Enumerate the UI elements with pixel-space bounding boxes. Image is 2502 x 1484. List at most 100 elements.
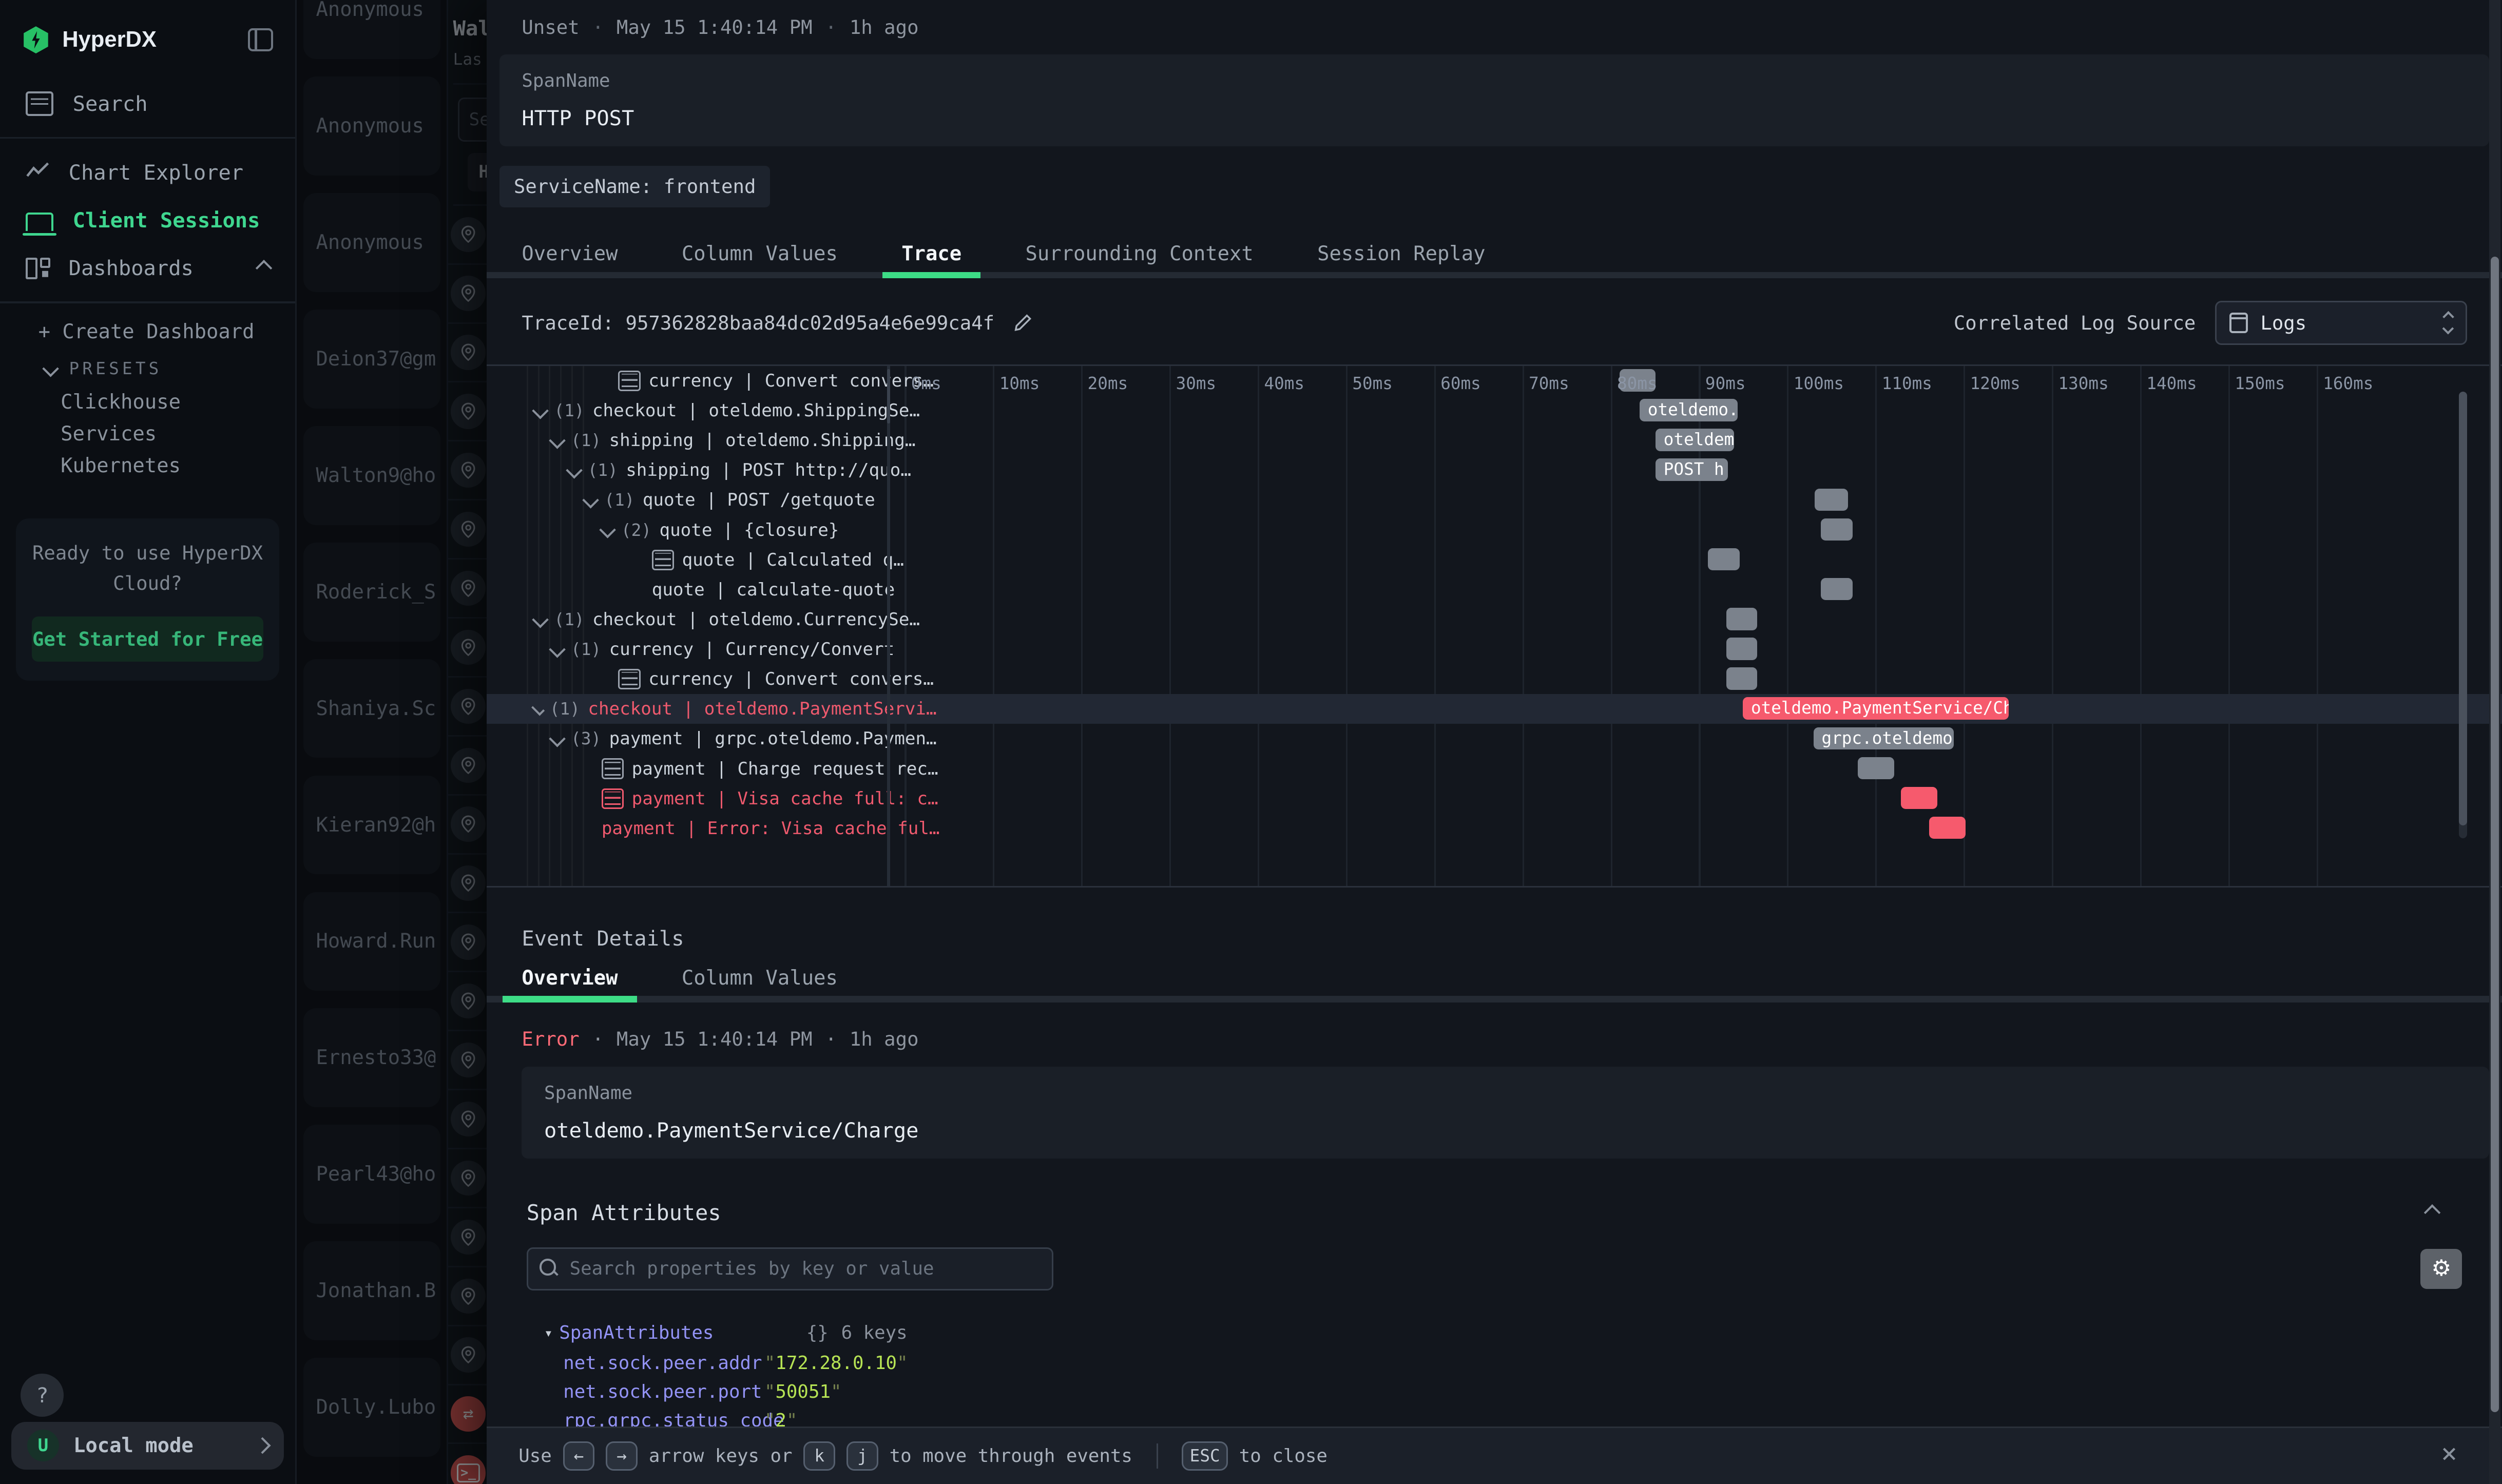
span-duration-bar[interactable] [1821, 518, 1853, 541]
span-duration-bar[interactable]: grpc.oteldemo. [1814, 727, 1954, 750]
preset-item-services[interactable]: Services [0, 418, 295, 450]
tab-overview[interactable]: Overview [503, 229, 637, 278]
expand-chevron-icon[interactable] [583, 492, 599, 508]
expand-chevron-icon[interactable] [549, 730, 565, 747]
service-name-chip[interactable]: ServiceName: frontend [499, 166, 771, 207]
scrollbar-thumb[interactable] [2459, 392, 2467, 825]
presets-toggle[interactable]: PRESETS [0, 351, 295, 386]
trace-span-row[interactable]: (1)quote | POST /getquote [487, 485, 2502, 515]
create-dashboard-button[interactable]: + Create Dashboard [0, 313, 295, 351]
trace-span-row[interactable]: (1)shipping | POST http://quo…POST h [487, 455, 2502, 485]
esc-key[interactable]: ESC [1182, 1441, 1228, 1470]
trace-span-row[interactable]: quote | calculate-quote [487, 575, 2502, 605]
tab-column-values[interactable]: Column Values [663, 229, 857, 278]
location-pin-icon[interactable] [451, 806, 486, 841]
event-tab-overview[interactable]: Overview [503, 954, 637, 1003]
close-icon[interactable]: × [2441, 1438, 2457, 1469]
expand-chevron-icon[interactable] [566, 462, 582, 478]
span-duration-bar[interactable] [1821, 578, 1853, 601]
session-card[interactable]: Anonymous [303, 76, 440, 176]
k-key[interactable]: k [803, 1441, 835, 1470]
trace-span-row[interactable]: (1)currency | Currency/Convert [487, 634, 2502, 664]
attributes-search-input[interactable] [527, 1247, 1053, 1290]
location-pin-icon[interactable] [451, 1337, 486, 1372]
session-search-input[interactable]: Sea [458, 98, 488, 142]
span-duration-bar[interactable] [1815, 489, 1848, 511]
span-duration-bar[interactable]: oteldemo.PaymentService/Char [1743, 697, 2009, 720]
sidebar-item-search[interactable]: Search [0, 80, 295, 127]
trace-span-row[interactable]: payment | Visa cache full: c… [487, 784, 2502, 814]
expand-chevron-icon[interactable] [532, 402, 549, 419]
sidebar-item-dashboards[interactable]: Dashboards [0, 244, 295, 292]
attributes-root-row[interactable]: ▾ SpanAttributes {} 6 keys [544, 1322, 2462, 1343]
j-key[interactable]: j [846, 1441, 878, 1470]
location-pin-icon[interactable] [451, 924, 486, 959]
location-pin-icon[interactable] [451, 394, 486, 429]
trace-span-row[interactable]: (2)quote | {closure} [487, 515, 2502, 545]
session-filter-button[interactable]: H [468, 153, 488, 191]
log-source-select[interactable]: Logs [2215, 301, 2467, 345]
expand-chevron-icon[interactable] [549, 432, 565, 449]
attribute-key[interactable]: net.sock.peer.port [563, 1381, 764, 1402]
location-pin-icon[interactable] [451, 1161, 486, 1196]
session-card[interactable]: Pearl43@ho [303, 1125, 440, 1224]
expand-chevron-icon[interactable] [532, 611, 549, 628]
expand-chevron-icon[interactable] [599, 522, 615, 538]
trace-span-row[interactable]: currency | Convert convers… [487, 366, 2502, 396]
span-duration-bar[interactable] [1858, 757, 1894, 780]
location-pin-icon[interactable] [451, 630, 486, 665]
expand-chevron-icon[interactable] [531, 702, 545, 716]
span-duration-bar[interactable]: oteldemo [1656, 429, 1734, 451]
user-menu[interactable]: U Local mode [11, 1422, 284, 1470]
location-pin-icon[interactable] [451, 276, 486, 311]
location-pin-icon[interactable] [451, 689, 486, 724]
location-pin-icon[interactable] [451, 748, 486, 783]
attribute-value[interactable]: 50051 [764, 1381, 842, 1402]
trace-span-row[interactable]: quote | Calculated q… [487, 545, 2502, 575]
session-card[interactable]: Dolly.Lubo [303, 1358, 440, 1457]
session-card[interactable]: Roderick_S [303, 543, 440, 642]
event-tab-column-values[interactable]: Column Values [663, 954, 857, 1003]
tab-surrounding-context[interactable]: Surrounding Context [1006, 229, 1273, 278]
location-pin-icon[interactable] [451, 335, 486, 370]
help-button[interactable]: ? [21, 1374, 64, 1417]
edit-pencil-icon[interactable] [1013, 313, 1032, 332]
trace-span-row[interactable]: (1)checkout | oteldemo.CurrencySe… [487, 605, 2502, 634]
arrow-left-key[interactable]: ← [563, 1441, 595, 1470]
trace-span-row[interactable]: (1)shipping | oteldemo.Shipping…oteldemo [487, 426, 2502, 455]
span-duration-bar[interactable] [1726, 608, 1757, 630]
location-pin-icon[interactable] [451, 1102, 486, 1136]
location-pin-icon[interactable] [451, 1043, 486, 1077]
console-error-icon[interactable]: >_ [451, 1455, 486, 1484]
location-pin-icon[interactable] [451, 865, 486, 900]
attribute-value[interactable]: 172.28.0.10 [764, 1353, 908, 1374]
collapse-section-icon[interactable] [2424, 1204, 2440, 1221]
location-pin-icon[interactable] [451, 453, 486, 488]
arrow-right-key[interactable]: → [606, 1441, 638, 1470]
span-duration-bar[interactable] [1726, 638, 1757, 660]
preset-item-clickhouse[interactable]: Clickhouse [0, 386, 295, 418]
session-card[interactable]: Walton9@ho [303, 426, 440, 525]
preset-item-kubernetes[interactable]: Kubernetes [0, 450, 295, 481]
location-pin-icon[interactable] [451, 217, 486, 252]
session-card[interactable]: Howard.Run [303, 892, 440, 991]
session-card[interactable]: Deion37@gm [303, 310, 440, 409]
scrollbar-thumb[interactable] [2491, 257, 2499, 1412]
session-card[interactable]: Jonathan.B [303, 1241, 440, 1340]
trace-span-row[interactable]: payment | Error: Visa cache ful… [487, 814, 2502, 843]
tab-session-replay[interactable]: Session Replay [1298, 229, 1505, 278]
attribute-key[interactable]: net.sock.peer.addr [563, 1353, 764, 1374]
sidebar-item-chart-explorer[interactable]: Chart Explorer [0, 148, 295, 196]
expand-chevron-icon[interactable] [549, 641, 565, 658]
tab-trace[interactable]: Trace [882, 229, 981, 278]
trace-span-row[interactable]: currency | Convert convers… [487, 664, 2502, 694]
get-started-button[interactable]: Get Started for Free [32, 616, 263, 662]
sidebar-item-client-sessions[interactable]: Client Sessions [0, 196, 295, 244]
location-pin-icon[interactable] [451, 984, 486, 1018]
span-duration-bar[interactable] [1929, 817, 1966, 839]
session-card[interactable]: Shaniya.Sc [303, 659, 440, 758]
span-duration-bar[interactable] [1901, 787, 1937, 810]
span-duration-bar[interactable]: POST h [1656, 458, 1728, 481]
span-duration-bar[interactable] [1708, 548, 1740, 571]
trace-span-row[interactable]: (3)payment | grpc.oteldemo.Paymen…grpc.o… [487, 724, 2502, 754]
